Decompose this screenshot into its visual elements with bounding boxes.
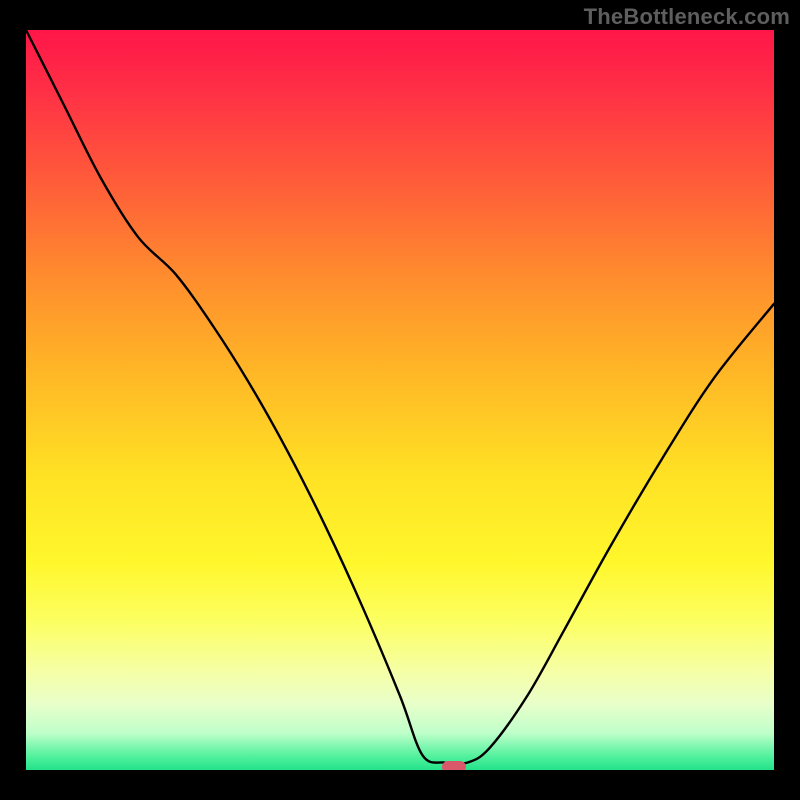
bottleneck-curve: [26, 30, 774, 770]
optimal-marker: [442, 761, 466, 770]
plot-area: [26, 30, 774, 770]
chart-frame: TheBottleneck.com: [0, 0, 800, 800]
watermark-text: TheBottleneck.com: [584, 4, 790, 30]
